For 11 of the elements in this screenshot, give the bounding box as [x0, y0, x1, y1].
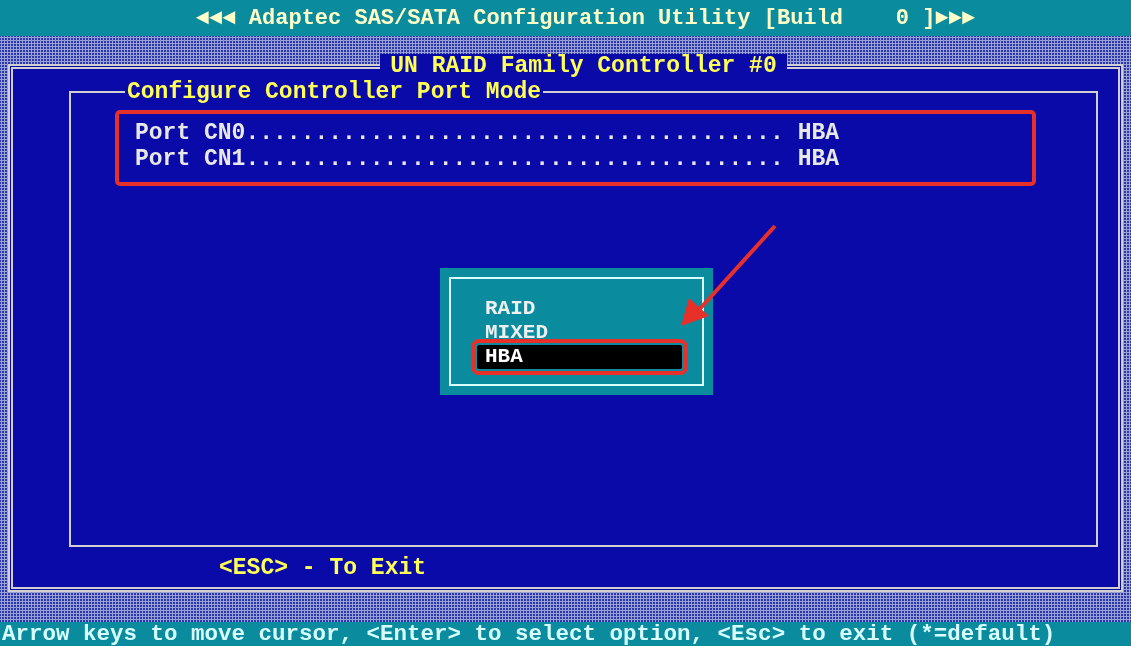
mode-option[interactable]: MIXED [477, 321, 682, 345]
port-mode-value[interactable]: HBA [797, 146, 840, 172]
panel-title: Configure Controller Port Mode [126, 80, 543, 104]
port-mode-value[interactable]: HBA [797, 120, 840, 146]
exit-hint: <ESC> - To Exit [219, 555, 428, 581]
mode-option[interactable]: RAID [477, 297, 682, 321]
utility-title: ◄◄◄ Adaptec SAS/SATA Configuration Utility [Build 0 ]►►► [196, 5, 975, 31]
help-text: Arrow keys to move cursor, <Enter> to select option, <Esc> to exit (*=default) [2, 621, 1056, 646]
port-label[interactable]: Port CN0....................................... [135, 120, 784, 146]
port-label[interactable]: Port CN1....................................... [135, 146, 784, 172]
window-title: UN RAID Family Controller #0 [380, 54, 787, 78]
